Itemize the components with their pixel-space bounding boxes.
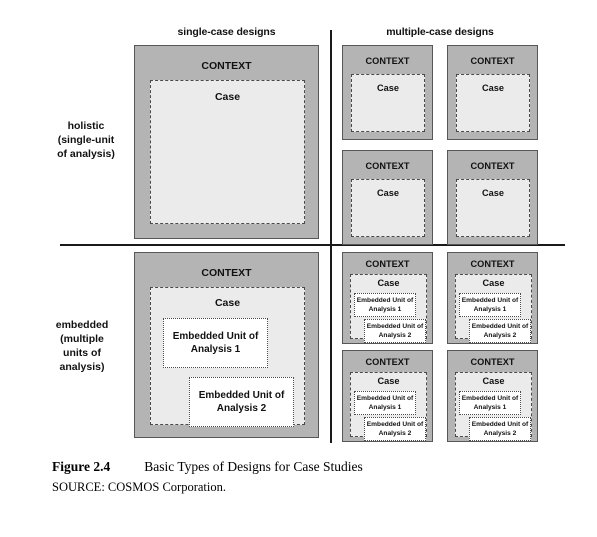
embedded-unit-1: Embedded Unit of Analysis 1 [163,318,268,368]
case-label: Case [482,83,504,93]
case-box-single-holistic: Case [150,80,305,224]
row-label-holistic: holistic (single-unit of analysis) [57,120,115,160]
context-box-single-embedded: CONTEXT Case Embedded Unit of Analysis 1 … [134,252,319,438]
row-label-embedded: embedded (multiple units of analysis) [55,319,109,373]
embedded-unit-1: Embedded Unit of Analysis 1 [354,391,416,415]
context-label: CONTEXT [365,259,410,269]
case-box-single-embedded: Case Embedded Unit of Analysis 1 Embedded… [150,287,305,427]
caption-line-primary: Figure 2.4 Basic Types of Designs for Cas… [52,459,363,475]
embedded-unit-2: Embedded Unit of Analysis 2 [469,417,531,441]
embedded-unit-2: Embedded Unit of Analysis 2 [469,319,531,343]
case-box-multiple-embedded-1: Case Embedded Unit of Analysis 1 Embedded… [350,274,427,343]
case-box-multiple-embedded-3: Case Embedded Unit of Analysis 1 Embedded… [350,372,427,441]
case-box-multiple-holistic-3: Case [351,179,425,237]
case-label: Case [482,188,504,198]
context-box-multiple-holistic-2: CONTEXT Case [447,45,538,140]
context-label: CONTEXT [470,56,515,66]
context-label: CONTEXT [365,56,410,66]
caption-figure-number: Figure 2.4 [52,459,111,474]
case-label: Case [214,297,241,309]
context-box-multiple-holistic-4: CONTEXT Case [447,150,538,245]
embedded-unit-1: Embedded Unit of Analysis 1 [354,293,416,317]
context-label: CONTEXT [470,259,515,269]
context-label: CONTEXT [470,161,515,171]
embedded-unit-1: Embedded Unit of Analysis 1 [459,391,521,415]
case-label: Case [482,278,505,288]
case-label: Case [377,278,400,288]
column-header-single-case: single-case designs [177,26,276,38]
context-label: CONTEXT [365,161,410,171]
embedded-unit-2: Embedded Unit of Analysis 2 [364,319,426,343]
embedded-unit-2: Embedded Unit of Analysis 2 [189,377,294,427]
context-box-multiple-holistic-1: CONTEXT Case [342,45,433,140]
context-label: CONTEXT [470,357,515,367]
case-box-multiple-holistic-2: Case [456,74,530,132]
case-box-multiple-holistic-1: Case [351,74,425,132]
context-label: CONTEXT [365,357,410,367]
context-label: CONTEXT [201,267,252,279]
caption-source: SOURCE: COSMOS Corporation. [52,480,226,494]
context-box-multiple-embedded-1: CONTEXT Case Embedded Unit of Analysis 1 … [342,252,433,344]
context-box-multiple-embedded-3: CONTEXT Case Embedded Unit of Analysis 1 … [342,350,433,442]
context-box-single-holistic: CONTEXT Case [134,45,319,239]
caption-title: Basic Types of Designs for Case Studies [144,459,363,474]
vertical-divider [330,30,332,443]
case-label: Case [482,376,505,386]
figure-diagram: single-case designs multiple-case design… [0,0,597,455]
embedded-unit-2: Embedded Unit of Analysis 2 [364,417,426,441]
embedded-unit-1: Embedded Unit of Analysis 1 [459,293,521,317]
case-label: Case [214,91,241,103]
case-label: Case [377,376,400,386]
column-header-multiple-case: multiple-case designs [386,26,494,38]
context-box-multiple-embedded-4: CONTEXT Case Embedded Unit of Analysis 1 … [447,350,538,442]
case-box-multiple-embedded-2: Case Embedded Unit of Analysis 1 Embedded… [455,274,532,343]
context-label: CONTEXT [201,60,252,72]
context-box-multiple-holistic-3: CONTEXT Case [342,150,433,245]
context-box-multiple-embedded-2: CONTEXT Case Embedded Unit of Analysis 1 … [447,252,538,344]
case-label: Case [377,188,399,198]
case-box-multiple-holistic-4: Case [456,179,530,237]
case-box-multiple-embedded-4: Case Embedded Unit of Analysis 1 Embedded… [455,372,532,441]
case-label: Case [377,83,399,93]
